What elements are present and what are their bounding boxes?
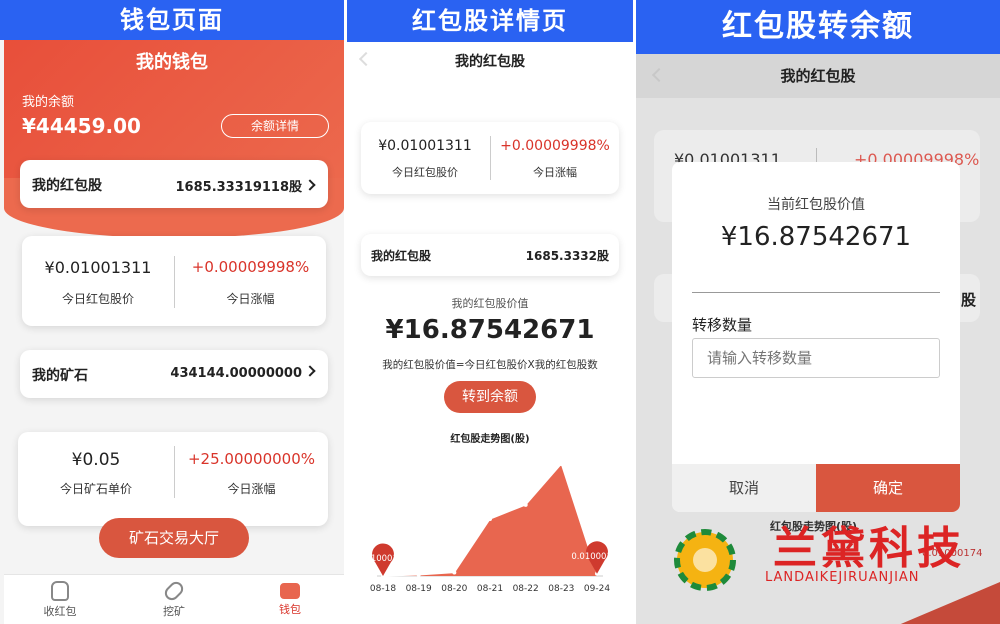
- redstock-row[interactable]: 我的红包股 1685.33319118股: [20, 160, 328, 208]
- tab-wallet[interactable]: 钱包: [250, 575, 330, 617]
- bg-stock-suffix: 股: [960, 291, 976, 309]
- stock-label: 我的红包股: [371, 249, 432, 263]
- transfer-amount-input[interactable]: [692, 338, 940, 378]
- brand-watermark: 兰黛科技 LANDAIKEJIRUANJIAN: [655, 510, 985, 610]
- data-point: [523, 502, 528, 507]
- balance-label: 我的余额: [22, 95, 75, 110]
- amount-label: 转移数量: [692, 316, 753, 334]
- trend-chart: 08-18 08-19 08-20 08-21 08-22 08-23 09-24 0.010…: [357, 462, 623, 594]
- transfer-modal: 当前红包股价值 ¥16.87542671 转移数量 取消 确定: [672, 162, 960, 512]
- tab-mining[interactable]: 挖矿: [134, 575, 214, 619]
- value-formula: 我的红包股价值=今日红包股价X我的红包股数: [382, 359, 598, 371]
- x-tick-label: 08-23: [548, 584, 574, 594]
- brand-logo-icon: [674, 529, 736, 591]
- ore-change-label: 今日涨幅: [227, 482, 276, 496]
- change-label: 今日涨幅: [226, 292, 275, 306]
- balance-detail-button[interactable]: 余额详情: [221, 114, 329, 138]
- ore-row[interactable]: 我的矿石 434144.00000000: [20, 350, 328, 398]
- modal-label: 当前红包股价值: [767, 197, 865, 213]
- ore-label: 我的矿石: [32, 368, 88, 384]
- price-card: ¥0.01001311 今日红包股价 +0.00009998% 今日涨幅: [361, 122, 619, 194]
- panel-banner: 钱包页面: [0, 0, 344, 40]
- balance-value: ¥44459.00: [22, 114, 141, 138]
- cylinder-icon: [51, 581, 69, 601]
- modal-divider: [692, 292, 940, 293]
- tab-label: 挖矿: [163, 605, 185, 618]
- value-amount: ¥16.87542671: [385, 315, 595, 345]
- ore-price-label: 今日矿石单价: [59, 482, 132, 496]
- price-label: 今日红包股价: [392, 166, 458, 179]
- transfer-to-balance-button[interactable]: 转到余额: [444, 381, 536, 413]
- bottom-tab-bar: 收红包 挖矿 钱包: [4, 574, 344, 624]
- redstock-value: 1685.33319118股: [175, 180, 302, 195]
- confirm-button[interactable]: 确定: [816, 464, 960, 512]
- brand-subtitle: LANDAIKEJIRUANJIAN: [765, 570, 920, 585]
- page-title: 我的红包股: [780, 67, 856, 85]
- x-tick-label: 08-20: [441, 584, 467, 594]
- panel-banner: 红包股转余额: [636, 0, 1000, 54]
- chevron-right-icon: [304, 179, 316, 191]
- x-tick-label: 08-22: [513, 584, 539, 594]
- price-value: ¥0.01001311: [44, 258, 152, 277]
- stock-row: 我的红包股 1685.3332股: [361, 234, 619, 276]
- change-value: +0.00009998%: [500, 138, 610, 154]
- redstock-label: 我的红包股: [32, 178, 102, 194]
- price-label: 今日红包股价: [61, 292, 134, 306]
- chevron-right-icon: [304, 365, 316, 377]
- x-tick-label: 09-24: [584, 584, 610, 594]
- tab-receive-redpacket[interactable]: 收红包: [20, 575, 100, 619]
- tab-label: 收红包: [43, 605, 77, 618]
- redstock-detail-screen: 红包股详情页 我的红包股 ¥0.01001311 今日红包股价 +0.00009…: [347, 0, 633, 624]
- pin-label: 0.01000174: [571, 552, 622, 562]
- price-value: ¥0.01001311: [378, 138, 472, 154]
- price-card: ¥0.01001311 今日红包股价 +0.00009998% 今日涨幅: [22, 236, 326, 326]
- ore-price-value: ¥0.05: [71, 450, 121, 470]
- pin-label: 0.01000146: [357, 554, 408, 564]
- change-value: +0.00009998%: [191, 258, 310, 276]
- page-title: 我的红包股: [455, 54, 525, 70]
- nav-bar: 我的红包股: [347, 42, 633, 82]
- stock-value: 1685.3332股: [525, 249, 609, 263]
- data-point: [452, 570, 457, 575]
- change-label: 今日涨幅: [533, 166, 577, 179]
- modal-value: ¥16.87542671: [720, 222, 912, 252]
- cancel-button[interactable]: 取消: [672, 464, 816, 512]
- ore-change-value: +25.00000000%: [187, 450, 316, 468]
- ore-value: 434144.00000000: [170, 366, 302, 381]
- x-tick-label: 08-21: [477, 584, 503, 594]
- value-label: 我的红包股价值: [451, 297, 529, 310]
- page-title: 我的钱包: [136, 52, 208, 73]
- wallet-icon: [280, 583, 300, 599]
- brand-name: 兰黛科技: [773, 523, 965, 574]
- pickaxe-icon: [161, 578, 187, 604]
- data-point: [416, 572, 421, 577]
- tab-label: 钱包: [279, 603, 301, 616]
- x-tick-label: 08-18: [370, 584, 396, 594]
- data-point: [488, 517, 492, 522]
- nav-bar: 我的红包股: [636, 54, 1000, 98]
- wallet-screen: 钱包页面 我的钱包 我的余额 ¥44459.00 余额详情 我的红包股 1685…: [0, 0, 344, 624]
- data-point: [559, 462, 564, 466]
- ore-price-card: ¥0.05 今日矿石单价 +25.00000000% 今日涨幅: [18, 432, 328, 526]
- x-tick-label: 08-19: [406, 584, 432, 594]
- panel-banner: 红包股详情页: [347, 0, 633, 42]
- ore-trade-hall-button[interactable]: 矿石交易大厅: [99, 518, 249, 558]
